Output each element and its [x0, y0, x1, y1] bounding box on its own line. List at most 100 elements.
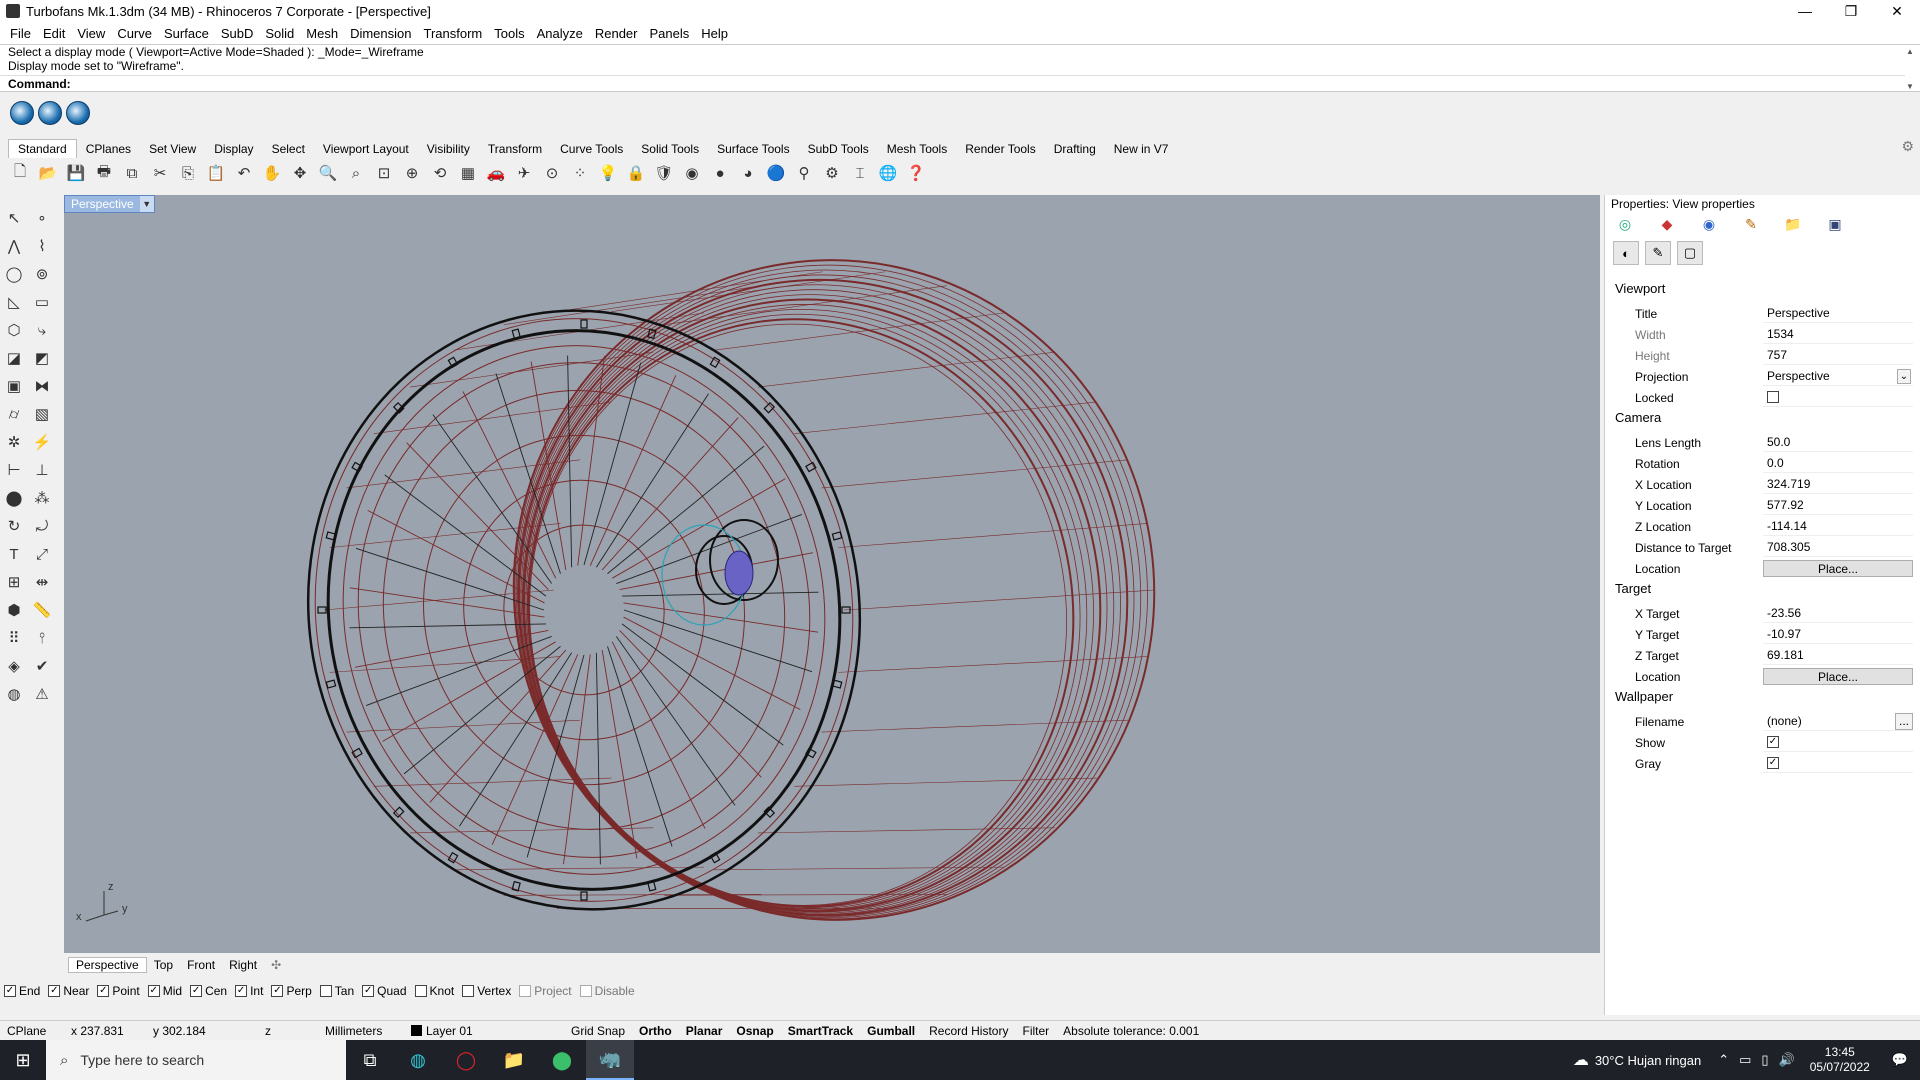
lock-icon[interactable]: 🔒 — [624, 161, 648, 185]
command-scrollbar[interactable]: ▲ ▼ — [1906, 47, 1918, 91]
weather-text[interactable]: 30°C Hujan ringan — [1595, 1053, 1713, 1068]
property-value[interactable]: Perspective ⌄ — [1763, 367, 1913, 386]
pan-hand-icon[interactable]: ✋ — [260, 161, 284, 185]
property-value[interactable]: 50.0 — [1763, 433, 1913, 452]
tab-standard[interactable]: Standard — [8, 139, 77, 158]
osnap-tan[interactable]: Tan — [319, 984, 354, 998]
menu-surface[interactable]: Surface — [158, 26, 215, 41]
menu-dimension[interactable]: Dimension — [344, 26, 417, 41]
record-history-toggle[interactable]: Record History — [922, 1024, 1015, 1038]
display-icon[interactable]: ◉ — [1697, 215, 1721, 233]
maximize-button[interactable]: ❐ — [1828, 0, 1874, 22]
arc-icon[interactable]: ◺ — [2, 290, 26, 314]
osnap-checkbox[interactable] — [414, 985, 427, 997]
select-points-icon[interactable]: ⁘ — [568, 161, 592, 185]
rotate-view-icon[interactable]: ⟲ — [428, 161, 452, 185]
property-value[interactable]: 69.181 — [1763, 646, 1913, 665]
windows-start-icon[interactable]: ⊞ — [0, 1040, 46, 1080]
osnap-checkbox[interactable]: ✓ — [147, 985, 160, 997]
volume-icon[interactable]: 🔊 — [1774, 1052, 1800, 1068]
scale-icon[interactable]: ⤢ — [30, 542, 54, 566]
osnap-cen[interactable]: ✓ Cen — [190, 984, 227, 998]
property-checkbox[interactable] — [1767, 391, 1779, 403]
property-checkbox[interactable]: ✓ — [1767, 736, 1779, 748]
osnap-checkbox[interactable]: ✓ — [190, 985, 203, 997]
ruler-icon[interactable]: 📏 — [30, 598, 54, 622]
menu-panels[interactable]: Panels — [643, 26, 695, 41]
point-icon[interactable]: ∘ — [30, 206, 54, 230]
taskbar-search-box[interactable]: ⌕ Type here to search — [46, 1040, 346, 1080]
dimension-icon[interactable]: ⌶ — [848, 161, 872, 185]
dimension-tool-icon[interactable]: ⊢ — [2, 458, 26, 482]
menu-render[interactable]: Render — [589, 26, 644, 41]
viewport-menu-arrow-icon[interactable]: ▼ — [139, 196, 154, 212]
mesh-icon[interactable]: ▧ — [30, 402, 54, 426]
place-location-button[interactable]: Place... — [1763, 560, 1913, 577]
plugin-gear-icon-1[interactable] — [10, 101, 34, 125]
property-value[interactable]: -10.97 — [1763, 625, 1913, 644]
tab-select[interactable]: Select — [263, 140, 314, 158]
print-icon[interactable]: 🖶 — [92, 161, 116, 185]
view-tab-perspective[interactable]: Perspective — [68, 957, 147, 973]
command-prompt-row[interactable]: Command: — [0, 75, 1905, 91]
grid-snap-toggle[interactable]: Grid Snap — [564, 1024, 632, 1038]
tab-viewport-layout[interactable]: Viewport Layout — [314, 140, 418, 158]
opera-browser-icon[interactable]: ◯ — [442, 1040, 490, 1080]
menu-help[interactable]: Help — [695, 26, 734, 41]
property-value[interactable]: Perspective — [1763, 304, 1913, 323]
menu-analyze[interactable]: Analyze — [531, 26, 589, 41]
menu-edit[interactable]: Edit — [37, 26, 71, 41]
curve-icon[interactable]: ⌇ — [30, 234, 54, 258]
close-button[interactable]: ✕ — [1874, 0, 1920, 22]
options-gear-icon[interactable]: ⚙ — [820, 161, 844, 185]
menu-file[interactable]: File — [4, 26, 37, 41]
file-explorer-icon[interactable]: 📁 — [490, 1040, 538, 1080]
osnap-checkbox[interactable] — [462, 985, 475, 997]
check-icon[interactable]: ✔ — [30, 654, 54, 678]
osnap-checkbox[interactable]: ✓ — [271, 985, 284, 997]
property-value[interactable]: 708.305 — [1763, 538, 1913, 557]
menu-solid[interactable]: Solid — [259, 26, 300, 41]
tab-set-view[interactable]: Set View — [140, 140, 205, 158]
osnap-perp[interactable]: ✓ Perp — [271, 984, 312, 998]
surface-edit-icon[interactable]: ◩ — [30, 346, 54, 370]
export-icon[interactable]: ⧉ — [120, 161, 144, 185]
property-value[interactable]: 324.719 — [1763, 475, 1913, 494]
osnap-checkbox[interactable]: ✓ — [97, 985, 110, 997]
property-value[interactable]: 577.92 — [1763, 496, 1913, 515]
menu-view[interactable]: View — [71, 26, 111, 41]
osnap-mid[interactable]: ✓ Mid — [147, 984, 182, 998]
cut-icon[interactable]: ✂ — [148, 161, 172, 185]
place-location-button[interactable]: Place... — [1763, 668, 1913, 685]
tab-visibility[interactable]: Visibility — [418, 140, 479, 158]
wheel-wireframe-model[interactable] — [64, 195, 1600, 953]
notifications-icon[interactable]: 💬 — [1880, 1052, 1920, 1068]
car-icon[interactable]: 🚗 — [484, 161, 508, 185]
analyze-icon[interactable]: ◈ — [2, 654, 26, 678]
osnap-project[interactable]: Project — [519, 984, 572, 998]
tab-cplanes[interactable]: CPlanes — [77, 140, 140, 158]
color-wheel-icon[interactable]: ◉ — [680, 161, 704, 185]
rotate-3d-icon[interactable]: ⤾ — [30, 514, 54, 538]
gear-object-icon[interactable]: ✲ — [2, 430, 26, 454]
property-checkbox[interactable]: ✓ — [1767, 757, 1779, 769]
edge-browser-icon[interactable]: ◍ — [394, 1040, 442, 1080]
osnap-toggle[interactable]: Osnap — [729, 1024, 780, 1038]
cplane-icon[interactable]: ⊙ — [540, 161, 564, 185]
tab-render-tools[interactable]: Render Tools — [956, 140, 1045, 158]
materials-icon[interactable]: ✎ — [1739, 215, 1763, 233]
copy-icon[interactable]: ⎘ — [176, 161, 200, 185]
zoom-icon[interactable]: 🔍 — [316, 161, 340, 185]
ortho-toggle[interactable]: Ortho — [632, 1024, 679, 1038]
current-layer[interactable]: Layer 01 — [404, 1024, 564, 1038]
move-view-icon[interactable]: ✥ — [288, 161, 312, 185]
perspective-viewport[interactable]: Perspective ▼ z x y — [64, 195, 1600, 953]
dropdown-chevron-icon[interactable]: ⌄ — [1897, 368, 1911, 384]
osnap-checkbox[interactable]: ✓ — [362, 985, 375, 997]
box-icon[interactable]: ▣ — [2, 374, 26, 398]
tab-new-in-v7[interactable]: New in V7 — [1105, 140, 1178, 158]
array-icon[interactable]: ⊞ — [2, 570, 26, 594]
tab-transform[interactable]: Transform — [479, 140, 551, 158]
rendered-sphere-icon[interactable]: ◕ — [736, 161, 760, 185]
property-value[interactable]: 0.0 — [1763, 454, 1913, 473]
